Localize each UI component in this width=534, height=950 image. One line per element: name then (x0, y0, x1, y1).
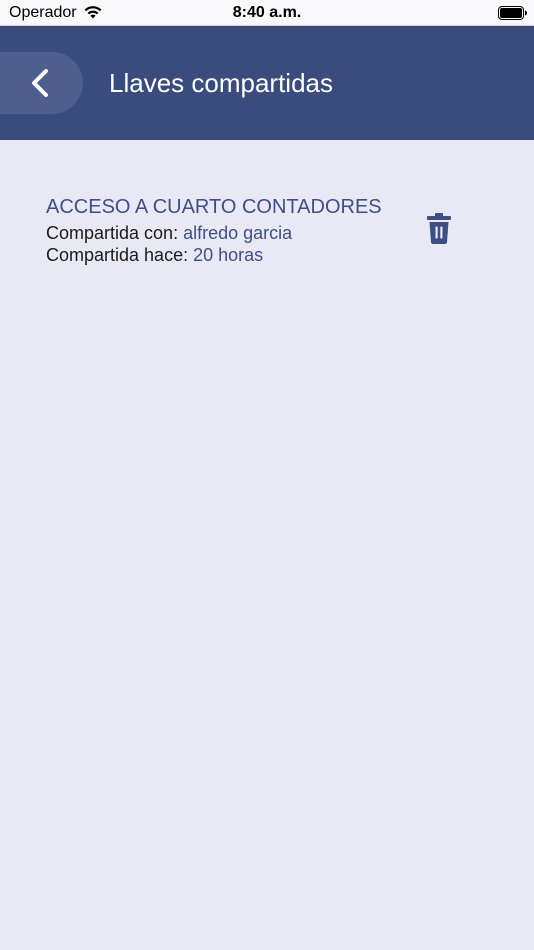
back-button[interactable] (0, 52, 83, 114)
clock-time: 8:40 a.m. (232, 4, 302, 21)
status-bar: Operador 8:40 a.m. (0, 0, 534, 26)
delete-key-button[interactable] (424, 212, 454, 246)
trash-icon (427, 213, 451, 244)
shared-ago-value: 20 horas (193, 245, 264, 265)
app-header: Llaves compartidas (0, 26, 534, 140)
key-name: ACCESO A CUARTO CONTADORES (46, 196, 382, 218)
chevron-left-icon (32, 69, 48, 97)
page-title: Llaves compartidas (109, 68, 333, 98)
battery-icon (498, 6, 527, 20)
shared-with-row: Compartida con: alfredo garcia (46, 222, 292, 244)
shared-with-label: Compartida con: (46, 223, 184, 243)
shared-ago-row: Compartida hace: 20 horas (46, 244, 263, 266)
shared-key-item: ACCESO A CUARTO CONTADORES Compartida co… (46, 194, 486, 272)
shared-with-value: alfredo garcia (183, 223, 293, 243)
shared-ago-label: Compartida hace: (46, 245, 194, 265)
